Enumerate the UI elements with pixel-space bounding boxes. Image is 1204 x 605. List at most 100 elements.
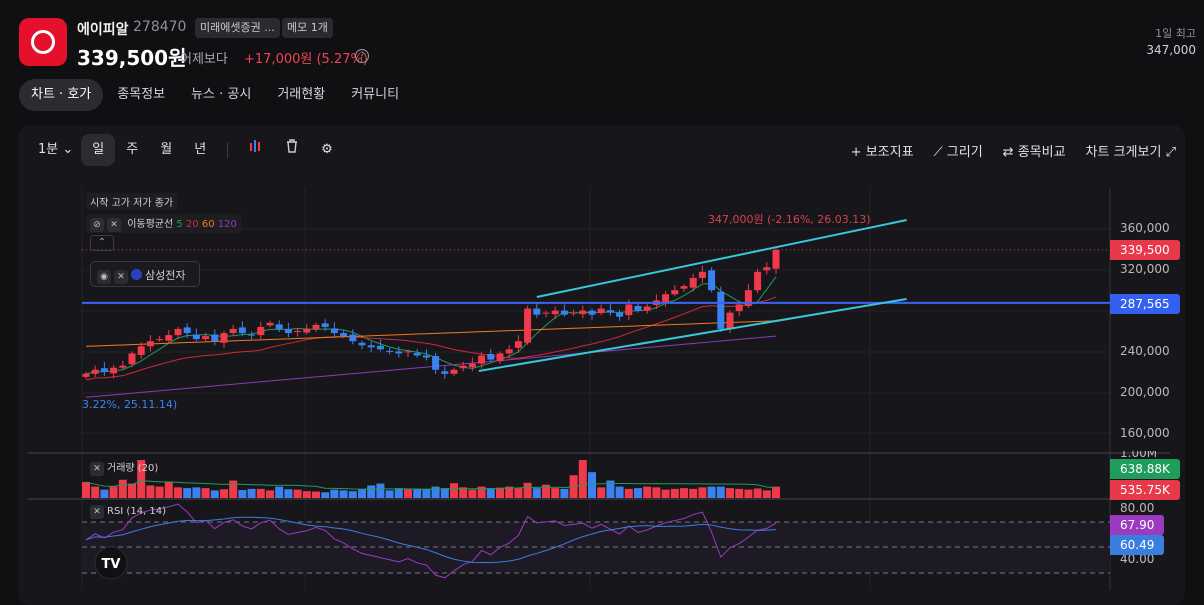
ma60-label: 60 bbox=[201, 219, 215, 230]
close-icon[interactable]: ✕ bbox=[107, 218, 121, 232]
ma-label: 이동평균선 bbox=[127, 219, 174, 230]
candle-body bbox=[367, 345, 375, 348]
candle-body bbox=[588, 310, 596, 315]
volume-bar bbox=[183, 488, 192, 498]
volume-bar bbox=[321, 492, 330, 498]
volume-bar bbox=[293, 489, 302, 498]
channel-top-line bbox=[536, 219, 907, 299]
volume-bar bbox=[376, 483, 385, 498]
candle-body bbox=[248, 334, 256, 336]
candle-body bbox=[349, 334, 357, 342]
volume-bar bbox=[450, 483, 458, 498]
volume-bar bbox=[634, 488, 642, 498]
volume-bar bbox=[109, 486, 118, 498]
volume-legend: ✕ 거래량 (20) bbox=[86, 458, 162, 477]
close-icon[interactable]: ✕ bbox=[90, 505, 104, 519]
price-tick: 320,000 bbox=[1120, 262, 1170, 276]
volume-bar bbox=[440, 488, 449, 498]
candle-body bbox=[643, 306, 651, 311]
candle-body bbox=[202, 336, 210, 340]
ohlc-legend: 시작 고가 저가 종가 bbox=[86, 193, 178, 210]
candle-body bbox=[82, 373, 90, 377]
volume-bar bbox=[302, 491, 311, 498]
volume-bar bbox=[689, 488, 698, 498]
candle-body bbox=[726, 312, 734, 329]
volume-bar bbox=[680, 488, 688, 498]
candle-body bbox=[404, 351, 412, 353]
ma120-line bbox=[85, 335, 777, 398]
volume-bar bbox=[670, 488, 679, 498]
candle-body bbox=[496, 353, 504, 362]
candle-body bbox=[386, 350, 394, 352]
candle-body bbox=[689, 277, 697, 288]
hline-price-tag: 287,565 bbox=[1110, 294, 1180, 314]
rsi-tick: 80.00 bbox=[1120, 501, 1155, 515]
candle-body bbox=[174, 328, 182, 336]
volume-bar bbox=[735, 488, 744, 498]
volume-bar bbox=[275, 486, 284, 498]
candle-body bbox=[524, 308, 532, 343]
candle-body bbox=[303, 328, 311, 333]
candle-body bbox=[91, 369, 99, 374]
volume-bar bbox=[707, 486, 716, 498]
candle-body bbox=[266, 322, 274, 326]
candle-body bbox=[717, 291, 725, 329]
candle-body bbox=[450, 369, 458, 374]
eye-icon[interactable]: ◉ bbox=[97, 270, 111, 284]
candle-body bbox=[146, 341, 154, 347]
volume-bar bbox=[192, 487, 201, 498]
price-tick: 240,000 bbox=[1120, 344, 1170, 358]
volume-bar bbox=[358, 489, 366, 498]
candle-body bbox=[128, 353, 136, 365]
candle-body bbox=[579, 310, 587, 315]
volume-bar bbox=[578, 460, 587, 498]
candle-body bbox=[321, 323, 329, 327]
candle-body bbox=[275, 324, 283, 329]
candle-body bbox=[100, 368, 108, 372]
rsi-label: RSI (14, 14) bbox=[107, 506, 167, 517]
volume-bar bbox=[146, 485, 155, 498]
collapse-legend-button[interactable]: ⌃ bbox=[90, 235, 114, 251]
volume-bar bbox=[698, 487, 707, 498]
volume-bar bbox=[82, 482, 90, 498]
volume-bar bbox=[339, 490, 348, 498]
compare-name: 삼성전자 bbox=[145, 269, 186, 282]
candle-body bbox=[542, 312, 550, 314]
candle-body bbox=[698, 271, 706, 278]
candle-body bbox=[459, 365, 467, 369]
volume-bar bbox=[238, 490, 247, 498]
candle-body bbox=[395, 351, 403, 354]
candle-body bbox=[312, 324, 320, 329]
volume-bar bbox=[661, 489, 670, 498]
price-tick: 360,000 bbox=[1120, 221, 1170, 235]
candle-body bbox=[330, 328, 338, 334]
candle-body bbox=[533, 308, 541, 315]
chart-canvas[interactable]: TV bbox=[0, 0, 1204, 597]
candle-body bbox=[625, 304, 633, 316]
close-icon[interactable]: ✕ bbox=[90, 462, 104, 476]
volume-bar bbox=[256, 488, 265, 498]
volume-bar bbox=[532, 488, 541, 498]
ma120-label: 120 bbox=[217, 219, 237, 230]
candle-body bbox=[284, 328, 292, 334]
volume-bar bbox=[431, 486, 440, 498]
volume-bar bbox=[284, 489, 293, 498]
rsi-tag: 67.90 bbox=[1110, 515, 1165, 535]
volume-bar bbox=[404, 489, 412, 498]
candle-body bbox=[708, 270, 716, 291]
close-icon[interactable]: ✕ bbox=[114, 270, 128, 284]
volume-bar bbox=[652, 487, 661, 498]
volume-bar bbox=[100, 489, 109, 498]
candle-body bbox=[735, 304, 743, 312]
volume-bar bbox=[597, 487, 606, 498]
volume-bar bbox=[615, 486, 624, 498]
eye-off-icon[interactable]: ⊘ bbox=[90, 218, 104, 232]
volume-tag: 535.75K bbox=[1110, 480, 1180, 500]
channel-bottom-line bbox=[478, 297, 907, 372]
volume-bar bbox=[330, 489, 339, 498]
volume-bar bbox=[201, 488, 210, 498]
candle-body bbox=[165, 335, 173, 341]
volume-bar bbox=[220, 489, 228, 498]
candle-body bbox=[257, 326, 265, 336]
volume-bar bbox=[174, 487, 182, 498]
